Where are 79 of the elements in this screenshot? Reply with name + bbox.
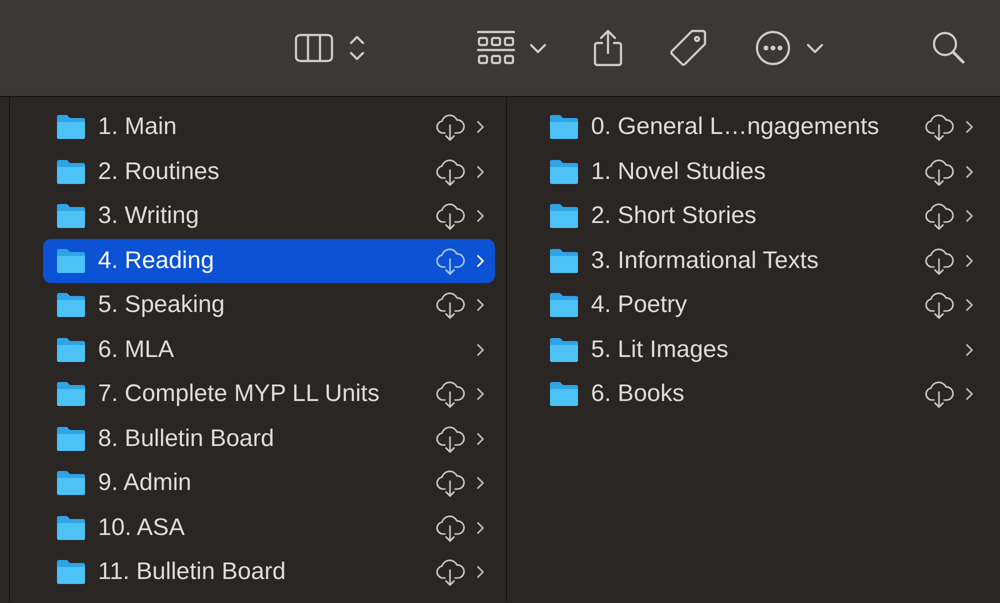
more-icon[interactable] (755, 30, 791, 66)
cloud-download-icon[interactable] (924, 112, 954, 142)
chevron-right-icon (475, 297, 485, 314)
chevron-right-icon (964, 386, 974, 402)
folder-row[interactable]: 5. Lit Images (536, 328, 984, 372)
folder-icon (549, 114, 579, 140)
cloud-download-icon[interactable] (435, 156, 465, 187)
chevron-right-icon (475, 520, 485, 536)
folder-icon (56, 381, 86, 408)
folder-row[interactable]: 0. General L…ngagements (536, 105, 984, 150)
cloud-download-icon[interactable] (435, 424, 465, 454)
folder-row[interactable]: 7. Complete MYP LL Units (43, 372, 495, 416)
cloud-download-icon[interactable] (924, 290, 954, 320)
dropdown-chevron-icon[interactable] (528, 41, 548, 55)
folder-icon (549, 158, 579, 185)
cloud-download-icon[interactable] (435, 557, 465, 588)
folder-icon (549, 292, 579, 318)
cloud-download-icon[interactable] (924, 246, 954, 276)
chevron-right-icon (964, 208, 974, 224)
chevron-right-icon (475, 208, 485, 224)
folder-row[interactable]: 3. Writing (43, 194, 495, 238)
folder-row[interactable]: 10. ASA (43, 506, 495, 550)
cloud-download-icon[interactable] (435, 290, 465, 320)
chevron-right-icon (475, 564, 485, 580)
folder-icon (549, 203, 579, 230)
chevron-right-icon (964, 342, 974, 358)
up-down-chevron-icon[interactable] (348, 33, 366, 63)
chevron-right-icon (964, 297, 974, 314)
chevron-right-icon (475, 386, 485, 402)
folder-row[interactable]: 6. Books (536, 372, 984, 416)
cloud-download-icon[interactable] (435, 468, 465, 498)
folder-icon (56, 336, 86, 363)
folder-row[interactable]: 1. Novel Studies (536, 150, 984, 194)
cloud-download-icon[interactable] (435, 201, 465, 232)
folder-row[interactable]: 2. Routines (43, 150, 495, 194)
cloud-download-icon[interactable] (924, 156, 954, 187)
folder-icon (56, 426, 86, 452)
folder-icon (56, 203, 86, 230)
share-icon[interactable] (592, 29, 624, 67)
folder-icon (56, 114, 86, 140)
cloud-download-icon[interactable] (924, 379, 954, 410)
folder-row[interactable]: 6. MLA (43, 328, 495, 372)
folder-row[interactable]: 2. Short Stories (536, 194, 984, 238)
group-icon[interactable] (476, 30, 516, 66)
folder-icon (56, 470, 86, 496)
chevron-right-icon (475, 430, 485, 447)
folder-row[interactable]: 3. Informational Texts (536, 238, 984, 283)
folder-icon (56, 248, 86, 274)
folder-row[interactable]: 4. Reading (43, 238, 495, 283)
folder-row[interactable]: 11. Bulletin Board (43, 550, 495, 594)
cloud-download-icon[interactable] (435, 246, 465, 276)
chevron-right-icon (964, 164, 974, 180)
search-icon[interactable] (931, 30, 967, 66)
cloud-download-icon[interactable] (924, 201, 954, 232)
cloud-download-icon[interactable] (435, 512, 465, 543)
folder-icon (549, 381, 579, 408)
chevron-right-icon (475, 342, 485, 358)
folder-icon (56, 158, 86, 185)
chevron-right-icon (964, 252, 974, 269)
chevron-right-icon (475, 252, 485, 269)
folder-row[interactable]: 9. Admin (43, 461, 495, 506)
cloud-download-icon[interactable] (435, 379, 465, 410)
folder-icon (56, 559, 86, 586)
columns-view-icon[interactable] (294, 33, 334, 63)
chevron-right-icon (475, 119, 485, 136)
folder-row[interactable]: 1. Main (43, 105, 495, 150)
chevron-right-icon (475, 164, 485, 180)
chevron-right-icon (964, 119, 974, 136)
chevron-right-icon (475, 475, 485, 492)
folder-icon (549, 248, 579, 274)
folder-row[interactable]: 5. Speaking (43, 283, 495, 328)
folder-icon (549, 336, 579, 363)
tag-icon[interactable] (668, 28, 708, 68)
folder-row[interactable]: 4. Poetry (536, 283, 984, 328)
cloud-download-icon[interactable] (435, 112, 465, 142)
folder-icon (56, 514, 86, 541)
dropdown-chevron-icon[interactable] (805, 41, 825, 55)
folder-row[interactable]: 8. Bulletin Board (43, 416, 495, 461)
folder-icon (56, 292, 86, 318)
